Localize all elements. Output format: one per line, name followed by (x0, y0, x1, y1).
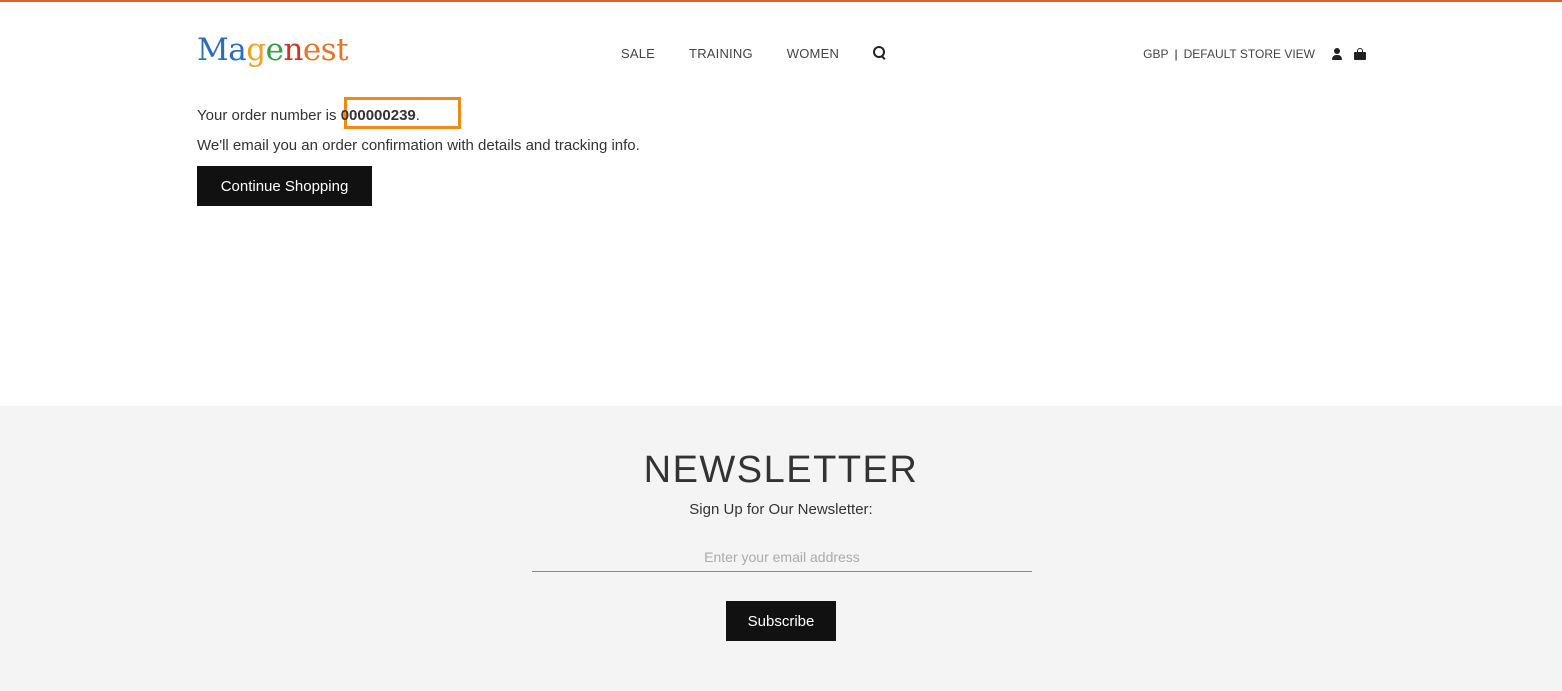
magenest-logo[interactable]: Magenest (197, 30, 349, 70)
header-separator: | (1174, 47, 1178, 61)
continue-shopping-button[interactable]: Continue Shopping (197, 166, 372, 206)
order-prefix: Your order number is (197, 107, 341, 124)
nav-item-training[interactable]: TRAINING (689, 46, 753, 61)
user-icon[interactable] (1332, 48, 1342, 60)
nav-item-sale[interactable]: SALE (621, 46, 655, 61)
logo-part-5: est (302, 32, 349, 68)
main-nav: SALE TRAINING WOMEN (621, 45, 887, 61)
logo-part-1: Ma (197, 32, 247, 68)
store-view-switcher[interactable]: DEFAULT STORE VIEW (1184, 47, 1315, 61)
header-utility: GBP | DEFAULT STORE VIEW (1143, 47, 1366, 61)
currency-switcher[interactable]: GBP (1143, 47, 1168, 61)
subscribe-button[interactable]: Subscribe (726, 601, 836, 641)
nav-item-women[interactable]: WOMEN (787, 46, 839, 61)
order-suffix: . (415, 107, 420, 124)
logo-part-4: n (283, 32, 303, 68)
newsletter-email-input[interactable] (532, 542, 1032, 572)
shopping-bag-icon[interactable] (1354, 48, 1366, 60)
email-confirmation-text: We'll email you an order confirmation wi… (197, 137, 640, 154)
order-number[interactable]: 000000239 (341, 107, 416, 124)
logo-part-2: g (246, 32, 266, 68)
logo-part-3: e (265, 32, 284, 68)
newsletter-subtitle: Sign Up for Our Newsletter: (689, 501, 873, 518)
newsletter-section: NEWSLETTER Sign Up for Our Newsletter: S… (0, 406, 1562, 691)
search-icon[interactable] (873, 45, 887, 60)
site-header: Magenest SALE TRAINING WOMEN GBP | DEFAU… (0, 2, 1562, 92)
newsletter-title: NEWSLETTER (643, 449, 919, 491)
order-number-line: Your order number is 000000239. (197, 106, 420, 126)
